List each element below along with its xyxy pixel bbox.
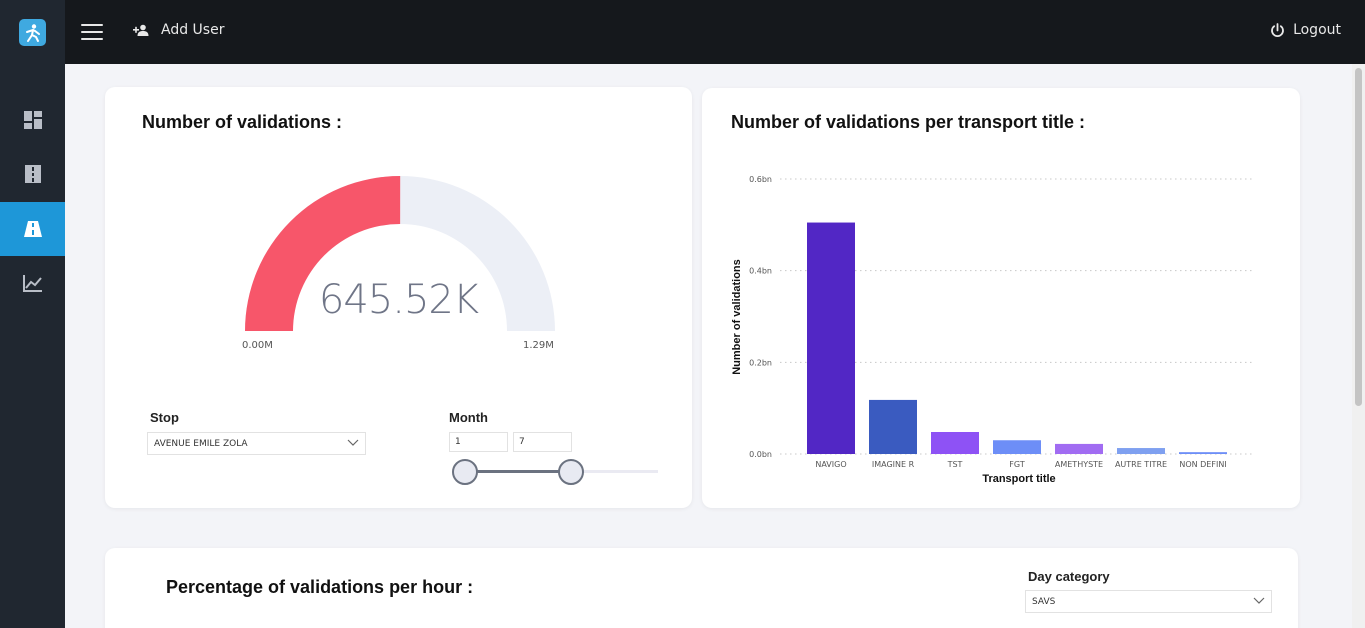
month-slider-start-handle[interactable] (452, 459, 478, 485)
add-user-label: Add User (161, 22, 225, 38)
sidebar (0, 0, 65, 628)
month-to-input[interactable]: 7 (513, 432, 572, 452)
day-category-value: SAVS (1032, 596, 1056, 607)
add-user-button[interactable]: Add User (133, 22, 224, 38)
month-slider-range (465, 470, 571, 473)
stop-select[interactable]: AVENUE EMILE ZOLA (147, 432, 366, 455)
x-tick-label: FGT (1009, 460, 1025, 469)
sidebar-item-highway[interactable] (0, 202, 65, 256)
chevron-down-icon (347, 439, 359, 446)
x-tick-label: AUTRE TITRE (1115, 460, 1167, 469)
highway-icon (23, 221, 42, 237)
bar (1117, 448, 1165, 454)
bar (931, 432, 979, 454)
hourly-card-title: Percentage of validations per hour : (166, 577, 474, 597)
month-to-value: 7 (519, 437, 525, 447)
top-bar: Add User Logout (65, 0, 1365, 64)
gauge-min-label: 0.00M (242, 340, 273, 351)
month-from-value: 1 (455, 437, 461, 447)
page-scrollbar[interactable] (1352, 64, 1365, 628)
y-tick-label: 0.6bn (749, 175, 772, 184)
day-category-select[interactable]: SAVS (1025, 590, 1272, 613)
x-tick-label: TST (947, 460, 963, 469)
dashboard-icon (23, 111, 42, 129)
y-tick-label: 0.4bn (749, 267, 772, 276)
y-axis-title: Number of validations (731, 259, 743, 375)
bar (993, 440, 1041, 454)
x-tick-label: AMETHYSTE (1055, 460, 1103, 469)
x-axis-title: Transport title (982, 473, 1055, 485)
gauge-max-label: 1.29M (523, 340, 554, 351)
person-walking-icon (25, 23, 40, 42)
x-tick-label: NAVIGO (815, 460, 846, 469)
day-category-label: Day category (1028, 569, 1110, 584)
month-from-input[interactable]: 1 (449, 432, 508, 452)
transport-bar-chart: 0.0bn 0.2bn 0.4bn 0.6bn NAVIGO IMAGINE R TST FG… (731, 175, 1254, 485)
logout-button[interactable]: Logout (1270, 22, 1341, 38)
transport-card-title: Number of validations per transport titl… (731, 112, 1086, 132)
x-tick-label: IMAGINE R (872, 460, 915, 469)
bar (869, 399, 917, 454)
road-icon (24, 165, 41, 183)
bar (1179, 452, 1227, 454)
stop-label: Stop (150, 410, 179, 425)
scrollbar-thumb[interactable] (1355, 68, 1362, 406)
y-tick-label: 0.0bn (749, 450, 772, 459)
gauge-value: 645.52K (318, 277, 479, 323)
hourly-card: Percentage of validations per hour : Day… (105, 548, 1298, 628)
power-icon (1271, 22, 1284, 37)
validations-card-title: Number of validations : (142, 112, 343, 132)
validations-card: Number of validations : 645.52K 0.00M 1.… (105, 87, 692, 508)
sidebar-item-dashboard[interactable] (0, 93, 65, 147)
chevron-down-icon (1253, 597, 1265, 604)
x-tick-label: NON DEFINI (1179, 460, 1226, 469)
menu-toggle-button[interactable] (81, 24, 103, 40)
stop-select-value: AVENUE EMILE ZOLA (154, 438, 248, 449)
month-label: Month (449, 410, 488, 425)
app-logo[interactable] (19, 19, 46, 46)
sidebar-item-road[interactable] (0, 147, 65, 201)
month-slider-end-handle[interactable] (558, 459, 584, 485)
y-tick-label: 0.2bn (749, 358, 772, 367)
bar (807, 222, 855, 454)
logout-label: Logout (1293, 22, 1341, 38)
transport-title-card: Number of validations per transport titl… (702, 88, 1300, 508)
add-user-icon (133, 24, 149, 36)
bar (1055, 443, 1103, 454)
sidebar-item-chart[interactable] (0, 256, 65, 310)
chart-icon (22, 275, 42, 292)
